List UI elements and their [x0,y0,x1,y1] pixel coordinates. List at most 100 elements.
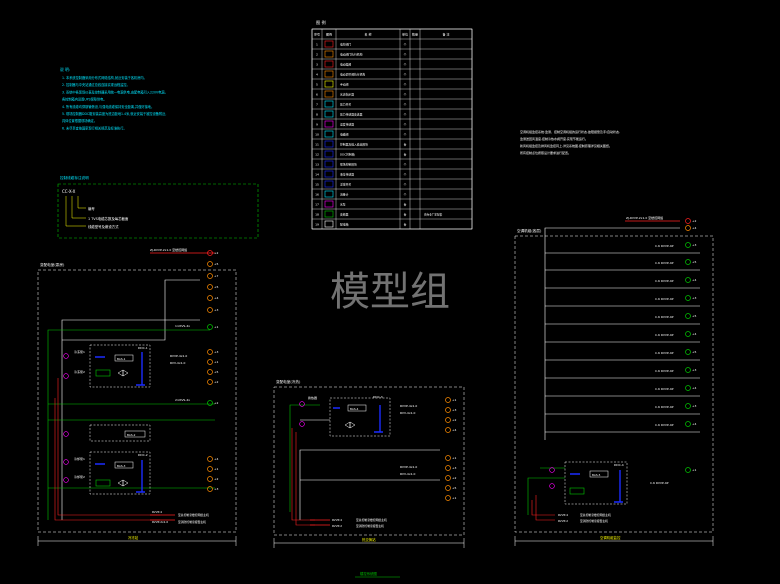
point-marker-icon [685,385,691,391]
left-sensor-c2 [63,477,69,483]
legend-symbol-icon [324,90,334,98]
right-sensor-1 [549,467,555,473]
right-ddc: DDC-4 [614,463,624,467]
mid-cable-a2: RVVP-4x1.0 [400,465,417,469]
legend-header: 数量 [412,32,418,37]
legend-cell-no: 13 [315,163,319,167]
notes-left-line: 各控制箱内设置UPS保障供电。 [62,97,107,102]
legend-symbol-icon [324,40,334,48]
point-marker-icon [445,455,451,461]
legend-cell-no: 9 [316,123,318,127]
point-marker-icon [207,466,213,472]
legend-cell-unit: 个 [403,133,406,137]
left-out-red-desc: 至总控制室楼控网络主机 [178,513,209,517]
legend-cell-no: 16 [315,193,319,197]
cad-drawing: 说 明: 1. 本系统控制器采用分布式网络结构,就近安装于各机房内。 2. 控制器… [37,19,714,578]
right-out-red2: RVVP-2 [558,519,568,523]
label-explain-frame [57,183,259,239]
notes-left-line: 6. 未尽事宜按国家现行相关规范及标准执行。 [62,125,127,130]
bottom-caption: 楼控系统图 [360,571,378,576]
label-explain-leaders [65,196,86,227]
point-count-label: +4 [452,428,457,432]
point-count-label: +1 [214,467,219,471]
point-count-label: +4 [692,226,697,230]
legend-cell-unit: 个 [403,93,406,97]
left-box-b-label: BAS-2 [127,433,136,437]
notes-left: 说 明: 1. 本系统控制器采用分布式网络结构,就近安装于各机房内。 2. 控制器… [60,67,168,130]
legend-symbol-icon [324,170,334,178]
mid-cable-b2: RVV-4x1.0 [400,472,415,476]
point-count-label: +5 [692,260,697,264]
right-branch-cable: C.6 RVVP-4P [655,369,674,373]
left-sensor-a1 [63,353,69,359]
left-pump-c: 冷却泵1 [74,456,85,461]
legend-cell-name: 温度传感器 [340,123,354,127]
point-count-label: +5 [692,350,697,354]
point-count-label: +3 [692,404,697,408]
mid-valve [344,421,356,429]
mid-out-red2: RVVP-2 [332,524,342,528]
point-count-label: +3 [214,487,219,491]
legend-cell-name: 流量计 [340,193,349,197]
right-branch-cable: C.6 RVVP-4P [655,261,674,265]
point-count-label: +2 [452,476,457,480]
legend-symbol-icon [324,140,334,148]
point-marker-icon [207,295,213,301]
point-marker-icon [685,242,691,248]
point-count-label: +4 [692,386,697,390]
legend-cell-no: 15 [315,183,319,187]
right-out-red: RVVP-4 [558,513,568,517]
notes-left-line: 3. 系统中各现场仪表及控制器采用统一电源供电,由配电箱引入220V电源。 [62,89,168,94]
legend-symbol-icon [324,120,334,128]
point-count-label: +3 [214,308,219,312]
point-count-label: +4 [214,296,219,300]
legend-symbol-icon [324,220,334,228]
right-red-feed [531,495,555,521]
legend-symbol-icon [324,50,334,58]
notes-left-line: 4. 所有线缆均穿钢管敷设,与强电线缆保持安全距离,并做好接地。 [62,104,154,109]
mid-red-feed [291,428,315,526]
label-explain-title: 控制线缆标注说明 [60,175,89,180]
point-count-label: +4 [692,422,697,426]
panel-left-footer: 冷冻站 [128,535,139,540]
right-branch-cable: C.6 RVVP-4P [655,279,674,283]
right-branch-cable: C.6 RVVP-4P [650,481,669,485]
notes-left-line: 具体位置根据现场确定。 [62,118,97,123]
legend-cell-name: 手动阀 [340,83,349,87]
point-count-label: +7 [214,274,219,278]
left-ddc-b: DDC-2 [138,453,148,457]
legend-header: 单位 [402,32,408,37]
left-valve-a [117,369,129,377]
notes-left-line: 2. 控制器与中央站通过总线连接实现远程监控。 [62,82,130,87]
point-marker-icon [685,367,691,373]
legend-cell-no: 4 [316,73,318,77]
legend-cell-name: 压力传感器变送器 [340,113,363,117]
legend-cell-no: 19 [315,223,319,227]
left-feed-top: 1×RVS-4x [175,324,190,328]
left-pump-d: 冷却泵2 [74,474,85,479]
legend-cell-name: 电动蝶阀 [340,63,351,67]
legend-cell-unit: 个 [403,183,406,187]
point-marker-icon [445,417,451,423]
point-count-label: +2 [214,401,219,405]
legend-header: 图例 [326,32,332,37]
label-explain-item-3: 线缆型号及敷设方式 [88,224,119,229]
right-out-red-desc: 至总控制室楼控网络主机 [580,513,611,517]
point-marker-icon [207,307,213,313]
left-box-a-label: BAS-1 [117,357,126,361]
legend-header: 序号 [314,32,320,37]
legend-cell-name: 压力开关 [340,103,351,107]
legend-cell-unit: 台 [403,222,406,227]
point-count-label: +5 [214,262,219,266]
point-count-label: +2 [692,219,697,223]
legend-cell-unit: 台 [403,212,406,217]
legend-cell-no: 6 [316,93,318,97]
point-count-label: +3 [692,368,697,372]
label-explain-item-2: 1 TVS电缆芯数及每芯截面 [88,216,129,221]
point-marker-icon [207,349,213,355]
point-marker-icon [445,397,451,403]
right-branch-cable: C.6 RVVP-4P [655,405,674,409]
notes-right-line: 空调机组监控系统:监测、控制空调机组的运行状态,故障报警及手/自动状态, [520,129,620,134]
mid-green-trunk [289,404,320,512]
legend-cell-unit: 个 [403,103,406,107]
